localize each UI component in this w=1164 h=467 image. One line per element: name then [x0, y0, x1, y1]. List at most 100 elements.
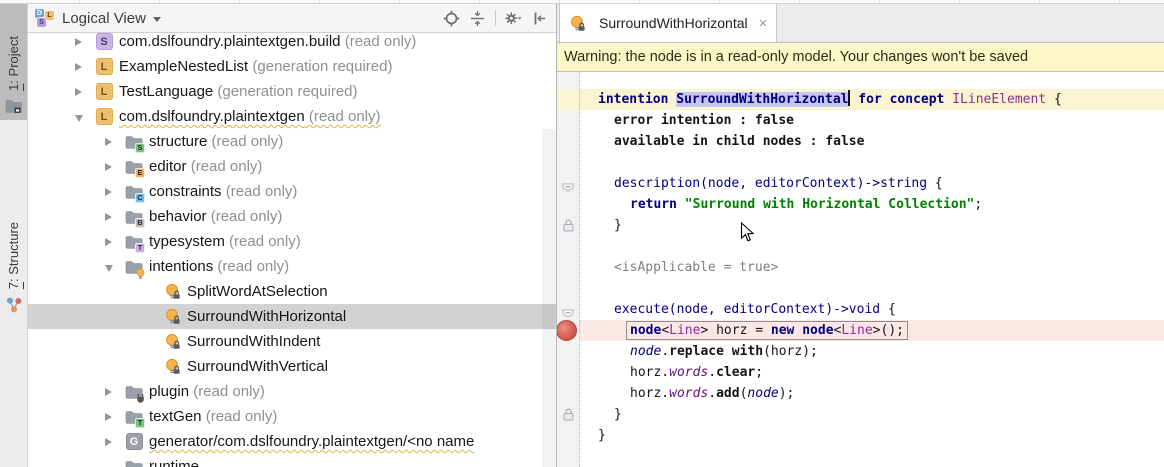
code-line[interactable]: } [579, 215, 1164, 236]
code-line[interactable] [579, 236, 1164, 257]
tree-row[interactable]: SurroundWithVertical [28, 354, 556, 379]
code-token: <isApplicable = true> [614, 260, 778, 275]
tree-row[interactable]: Lcom.dslfoundry.plaintextgen (read only) [28, 104, 556, 129]
code-line[interactable]: node.replace with(horz); [579, 341, 1164, 362]
code-token: ; [755, 365, 763, 380]
hide-panel-icon[interactable] [531, 10, 548, 27]
code-token: intention [598, 92, 676, 107]
code-line[interactable]: description(node, editorContext)->string… [579, 173, 1164, 194]
tree-row[interactable]: plugin (read only) [28, 379, 556, 404]
editor-body: intention SurroundWithHorizontal for con… [557, 72, 1164, 467]
editor-tab[interactable]: SurroundWithHorizontal × [559, 4, 777, 42]
tree-item-label: editor [149, 158, 187, 175]
code-line[interactable] [579, 152, 1164, 173]
tree-row[interactable]: SurroundWithHorizontal [28, 304, 556, 329]
tree-row[interactable]: SplitWordAtSelection [28, 279, 556, 304]
tree-row[interactable]: LExampleNestedList (generation required) [28, 54, 556, 79]
code-area[interactable]: intention SurroundWithHorizontal for con… [579, 72, 1164, 467]
tab-close-icon[interactable]: × [759, 16, 768, 31]
chevron-right-icon[interactable] [105, 138, 125, 146]
project-tree: Scom.dslfoundry.plaintextgen.build (read… [28, 33, 556, 467]
editor-pane: SurroundWithHorizontal × Warning: the no… [557, 4, 1164, 467]
code-line[interactable]: error intention : false [579, 110, 1164, 131]
gear-icon[interactable] [505, 10, 522, 27]
project-panel-header: D L S Logical View [28, 4, 556, 33]
code-token: return [630, 197, 685, 212]
tree-row[interactable]: Cconstraints (read only) [28, 179, 556, 204]
tree-row[interactable]: Bbehavior (read only) [28, 204, 556, 229]
code-token: ; [974, 197, 982, 212]
tree-row[interactable]: Ggenerator/com.dslfoundry.plaintextgen/<… [28, 429, 556, 454]
tree-row[interactable]: Eeditor (read only) [28, 154, 556, 179]
tree-row[interactable]: SurroundWithIndent [28, 329, 556, 354]
code-token: } [598, 428, 606, 443]
fold-marker-icon[interactable] [562, 179, 574, 197]
tree-scrollbar[interactable] [542, 129, 555, 467]
tree-row[interactable]: Scom.dslfoundry.plaintextgen.build (read… [28, 33, 556, 54]
tree-row[interactable]: intentions (read only) [28, 254, 556, 279]
chevron-right-icon[interactable] [75, 38, 95, 46]
tree-item-label: SurroundWithHorizontal [187, 308, 346, 325]
code-token: (horz); [763, 344, 818, 359]
project-tool-window: D L S Logical View Scom.dslfoundry.plain… [28, 4, 557, 467]
code-token: horz. [630, 365, 669, 380]
chevron-down-icon[interactable] [105, 262, 125, 272]
breakpoint-icon[interactable] [557, 320, 577, 341]
gutter-separator [579, 72, 580, 467]
editor-gutter [557, 72, 579, 467]
code-token: { [1046, 92, 1062, 107]
tree-item-label: SurroundWithVertical [187, 358, 328, 375]
code-line[interactable] [579, 278, 1164, 299]
tool-tab-project[interactable]: 1: Project [0, 4, 27, 120]
chevron-right-icon[interactable] [105, 238, 125, 246]
chevron-down-icon[interactable] [153, 17, 161, 22]
tree-item-label: com.dslfoundry.plaintextgen.build [119, 33, 341, 50]
chevron-right-icon[interactable] [75, 88, 95, 96]
folder-editor-icon: E [125, 158, 143, 176]
tree-item-suffix: (read only) [341, 33, 417, 50]
locate-icon[interactable] [443, 10, 460, 27]
code-token: } [614, 407, 622, 422]
code-token: description(node, editorContext)->string [614, 176, 935, 191]
bulb-lock-icon [163, 358, 181, 376]
chevron-right-icon[interactable] [105, 213, 125, 221]
mouse-cursor [740, 222, 755, 248]
code-line[interactable]: intention SurroundWithHorizontal for con… [579, 89, 1164, 110]
code-line[interactable]: <isApplicable = true> [579, 257, 1164, 278]
code-token: available in child nodes : false [614, 134, 864, 149]
toolbar-separator [495, 10, 496, 26]
code-line[interactable]: return "Surround with Horizontal Collect… [579, 194, 1164, 215]
tree-row[interactable]: Sstructure (read only) [28, 129, 556, 154]
intention-bulb-lock-icon [568, 14, 586, 32]
code-line[interactable]: node<Line> horz = new node<Line>(); [579, 320, 1164, 341]
collapse-expand-icon[interactable] [469, 10, 486, 27]
code-line[interactable]: available in child nodes : false [579, 131, 1164, 152]
chevron-right-icon[interactable] [75, 63, 95, 71]
chevron-right-icon[interactable] [105, 388, 125, 396]
code-token: error intention : false [614, 113, 794, 128]
chevron-right-icon[interactable] [105, 438, 125, 446]
view-selector[interactable]: Logical View [62, 10, 146, 27]
folder-constraints-icon: C [125, 183, 143, 201]
tool-tab-structure[interactable]: 7: Structure [0, 144, 27, 318]
tree-item-suffix: (read only) [225, 233, 301, 250]
tree-row[interactable]: Ttypesystem (read only) [28, 229, 556, 254]
code-line[interactable]: horz.words.add(node); [579, 383, 1164, 404]
chevron-right-icon[interactable] [105, 413, 125, 421]
tree-row[interactable]: runtime [28, 454, 556, 467]
lang-icon: L [95, 83, 113, 101]
tree-item-suffix: (read only) [202, 408, 278, 425]
code-line[interactable]: } [579, 425, 1164, 446]
code-line[interactable]: } [579, 404, 1164, 425]
code-token: node [747, 386, 778, 401]
chevron-right-icon[interactable] [105, 188, 125, 196]
tree-row[interactable]: LTestLanguage (generation required) [28, 79, 556, 104]
chevron-right-icon[interactable] [105, 163, 125, 171]
code-line[interactable]: horz.words.clear; [579, 362, 1164, 383]
tree-row[interactable]: TtextGen (read only) [28, 404, 556, 429]
code-line[interactable]: execute(node, editorContext)->void { [579, 299, 1164, 320]
chevron-down-icon[interactable] [75, 112, 95, 122]
folder-intentions-icon [125, 258, 143, 276]
code-token: ); [779, 386, 795, 401]
tree-item-suffix: (read only) [213, 258, 289, 275]
